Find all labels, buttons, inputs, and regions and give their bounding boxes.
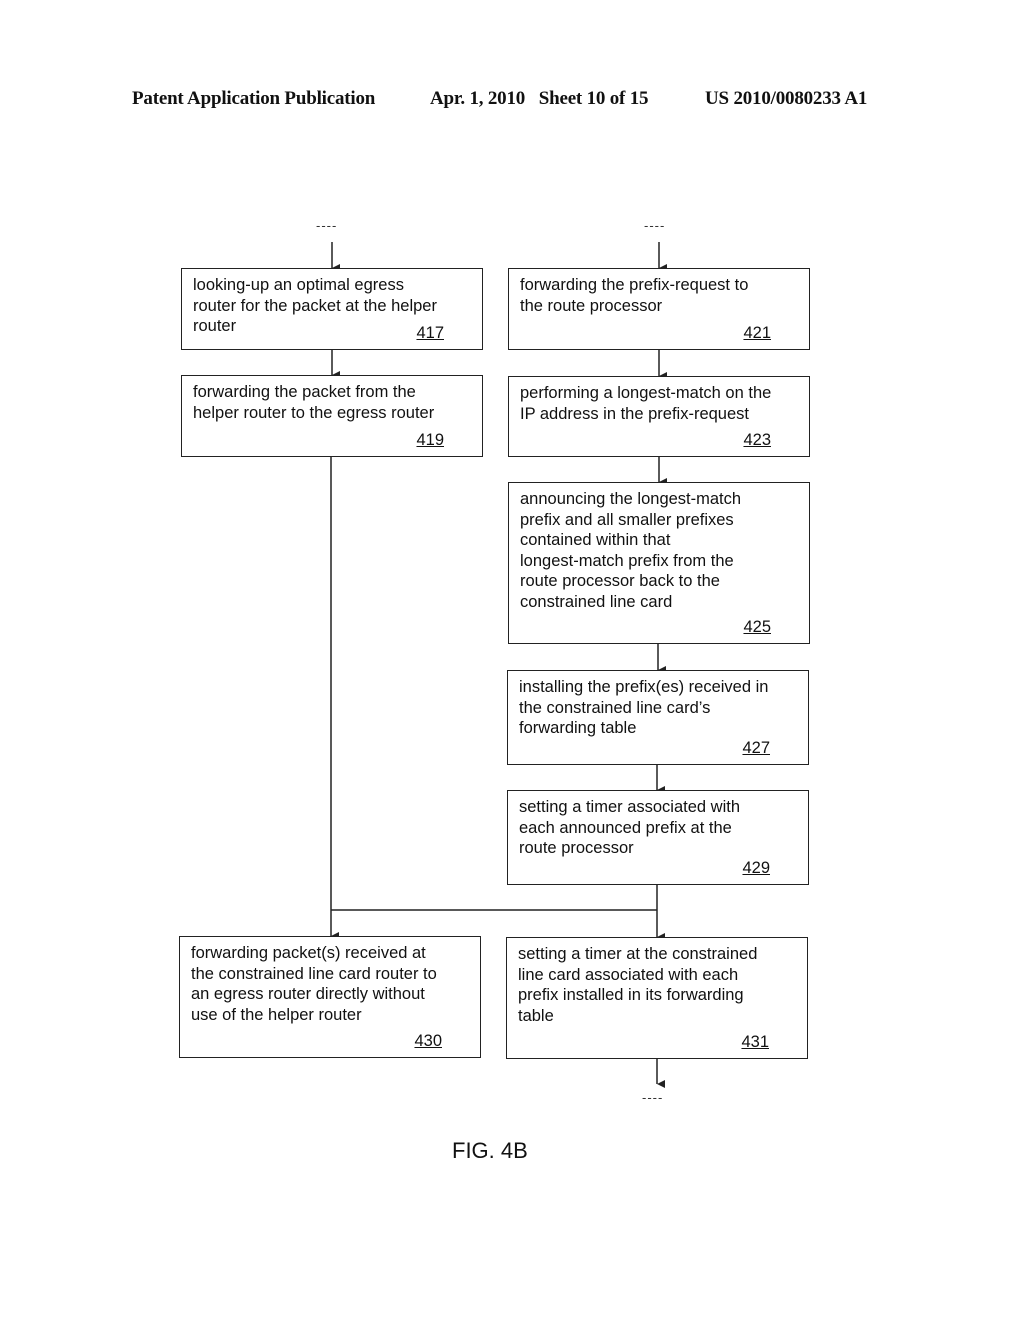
step-419-box: forwarding the packet from the helper ro… — [181, 375, 483, 457]
step-431-text: setting a timer at the constrained line … — [518, 945, 758, 1025]
step-431-ref: 431 — [741, 1032, 769, 1051]
step-430-text: forwarding packet(s) received at the con… — [191, 944, 437, 1024]
step-419-ref: 419 — [416, 430, 444, 449]
step-421-box: forwarding the prefix-request to the rou… — [508, 268, 810, 350]
step-427-ref: 427 — [742, 738, 770, 757]
step-430-ref: 430 — [414, 1031, 442, 1050]
step-423-box: performing a longest-match on the IP add… — [508, 376, 810, 457]
continuation-marker-bottom: ---- — [642, 1090, 664, 1105]
step-427-text: installing the prefix(es) received in th… — [519, 678, 769, 737]
flow-connectors — [330, 242, 667, 1088]
step-427-box: installing the prefix(es) received in th… — [507, 670, 809, 765]
step-423-text: performing a longest-match on the IP add… — [520, 384, 772, 423]
step-421-ref: 421 — [743, 323, 771, 342]
figure-label: FIG. 4B — [452, 1138, 528, 1163]
step-430-box: forwarding packet(s) received at the con… — [179, 936, 481, 1058]
step-419-text: forwarding the packet from the helper ro… — [193, 383, 435, 422]
step-425-text: announcing the longest-match prefix and … — [520, 490, 742, 611]
step-429-text: setting a timer associated with each ann… — [519, 798, 741, 857]
step-429-box: setting a timer associated with each ann… — [507, 790, 809, 885]
step-429-ref: 429 — [742, 858, 770, 877]
step-431-box: setting a timer at the constrained line … — [506, 937, 808, 1059]
step-417-ref: 417 — [416, 323, 444, 342]
step-425-box: announcing the longest-match prefix and … — [508, 482, 810, 644]
step-425-ref: 425 — [743, 617, 771, 636]
step-417-box: looking-up an optimal egress router for … — [181, 268, 483, 350]
step-421-text: forwarding the prefix-request to the rou… — [520, 276, 749, 315]
step-423-ref: 423 — [743, 430, 771, 449]
